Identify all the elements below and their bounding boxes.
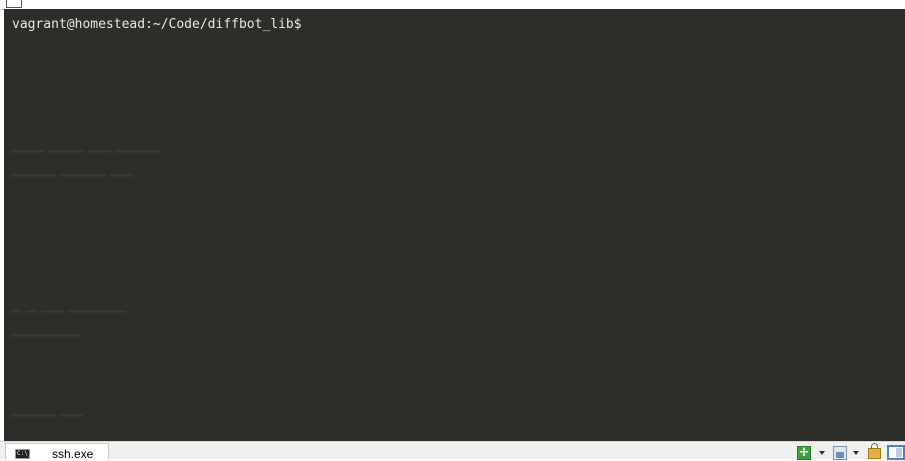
background-ghost-text: ▁▁▁▁ ▁▁ <box>10 400 84 417</box>
background-ghost-text: ▁▁▁▁ ▁▁▁▁ ▁▁ <box>10 160 134 177</box>
background-ghost-text: ▁▁▁ ▁▁▁ ▁▁ ▁▁▁▁ <box>10 136 161 153</box>
background-ghost-text: ▁▁▁▁▁▁ <box>10 320 80 337</box>
chevron-down-icon[interactable] <box>819 451 825 455</box>
terminal-console[interactable]: vagrant@homestead:~/Code/diffbot_lib$ ▁▁… <box>4 9 905 441</box>
console-statusbar: C:\_ ssh.exe + <box>0 441 905 461</box>
lock-icon[interactable] <box>868 443 881 459</box>
window-frame-icon <box>6 0 22 8</box>
tab-label: ssh.exe <box>52 447 94 461</box>
chevron-down-icon[interactable] <box>853 451 859 455</box>
terminal-prompt: vagrant@homestead:~/Code/diffbot_lib$ <box>12 17 302 32</box>
background-ghost-text: ▁ ▁ ▁▁ ▁▁▁▁▁ <box>10 296 127 313</box>
tab-ssh[interactable]: C:\_ ssh.exe <box>5 443 109 461</box>
